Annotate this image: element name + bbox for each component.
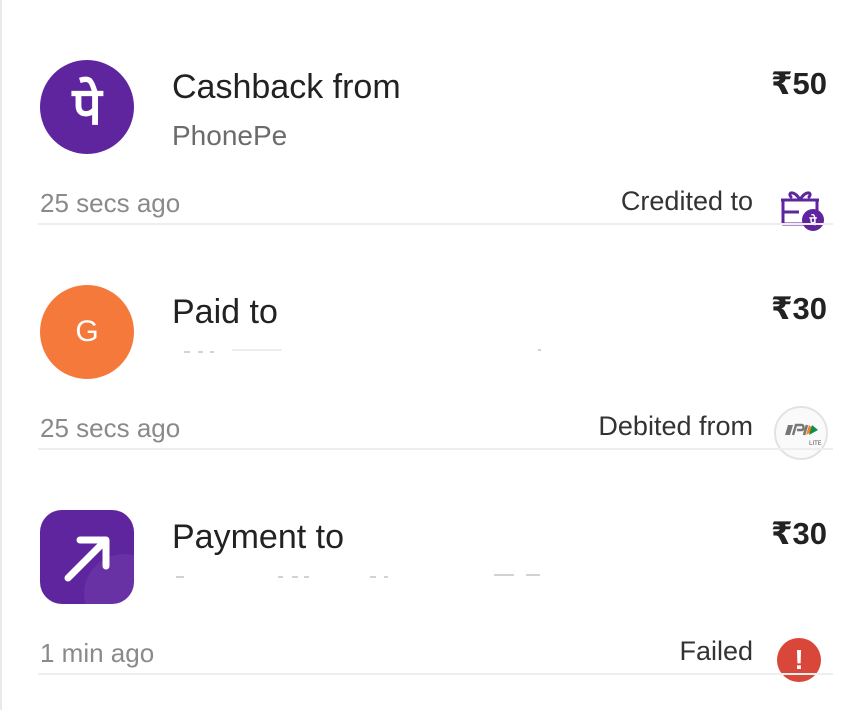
transaction-time: 1 min ago (40, 638, 155, 668)
contact-avatar: G (40, 285, 134, 379)
transaction-amount: ₹30 (770, 516, 827, 551)
payment-avatar (40, 510, 134, 604)
transaction-title: Cashback from (172, 68, 401, 106)
transaction-amount: ₹50 (770, 66, 827, 101)
transaction-status-label: Credited to (620, 186, 753, 216)
transaction-item-paid[interactable]: G Paid to ₹30 25 secs ago Debited from L… (0, 225, 863, 460)
transaction-amount: ₹30 (770, 291, 827, 326)
transaction-title: Payment to (172, 518, 344, 556)
upi-lite-text: LITE (809, 440, 822, 447)
transaction-title: Paid to (172, 293, 278, 331)
error-icon: ! (777, 638, 821, 682)
arrow-up-right-icon (64, 536, 110, 582)
transaction-item-payment[interactable]: Payment to ₹30 1 min ago Failed ! (0, 450, 863, 682)
divider (38, 673, 833, 675)
redacted-recipient (172, 347, 552, 377)
transaction-time: 25 secs ago (40, 413, 181, 443)
transaction-item-cashback[interactable]: पे Cashback from PhonePe ₹50 25 secs ago… (0, 0, 863, 231)
phonepe-logo-icon: पे (40, 60, 134, 154)
transaction-time: 25 secs ago (40, 188, 181, 218)
error-glyph: ! (794, 644, 804, 675)
transaction-status-label: Debited from (598, 411, 753, 441)
transaction-status-label: Failed (679, 636, 753, 666)
redacted-recipient (172, 572, 552, 602)
transaction-subtitle: PhonePe (172, 120, 288, 151)
phonepe-logo-glyph: पे (72, 76, 102, 137)
avatar-initial: G (75, 315, 99, 348)
